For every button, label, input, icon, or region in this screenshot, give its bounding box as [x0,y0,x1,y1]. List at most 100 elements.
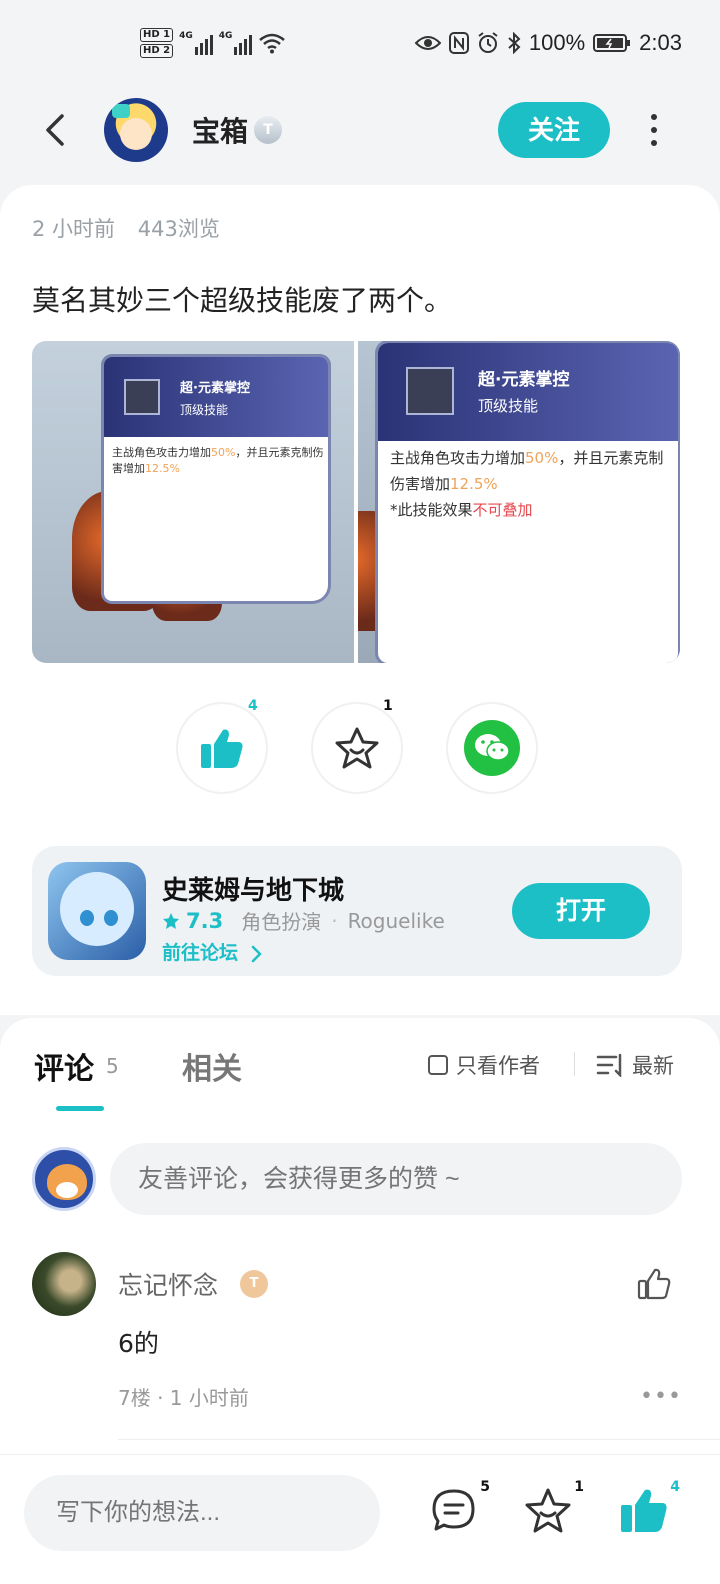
bottom-favorite-button[interactable]: 1 [522,1479,584,1537]
game-genre: 角色扮演 [241,910,322,934]
tab-related[interactable]: 相关 [182,1044,242,1088]
post-actions: 4 1 [0,698,720,798]
desc-value: 50% [211,446,236,459]
open-game-button[interactable]: 打开 [512,883,650,939]
post-meta: 2 小时前 443浏览 [32,213,220,243]
desc-value: 50% [525,449,559,467]
clock: 2:03 [639,30,682,55]
my-avatar [32,1147,96,1211]
comment-meta: 7楼 · 1 小时前 [118,1386,249,1410]
active-tab-indicator [56,1106,104,1111]
signal-icon: 4G [179,31,213,55]
thumbs-up-icon [621,1489,667,1532]
game-icon-eye [104,910,118,926]
battery-icon [593,34,631,52]
alarm-icon [478,32,498,53]
post-text: 莫名其妙三个超级技能废了两个。 [32,284,453,317]
author-avatar[interactable] [104,98,168,162]
skill-desc: 主战角色攻击力增加50%，并且元素克制伤害增加12.5% *此技能效果不可叠加 [390,445,672,523]
commenter-name[interactable]: 忘记怀念 [118,1266,218,1302]
desc-value: 12.5% [450,475,498,493]
like-count: 4 [248,698,258,714]
star-icon [335,727,379,769]
net1-label: 4G [179,31,193,41]
skill-icon [124,379,160,415]
post-views: 443浏览 [137,217,220,241]
divider [574,1052,575,1076]
signal2-icon: 4G [219,31,253,55]
rating-star-icon [163,912,179,929]
post-header: 宝箱 T 关注 [0,92,720,172]
chevron-right-icon [251,945,262,962]
star-icon [525,1488,571,1533]
game-card[interactable]: 史莱姆与地下城 7.3 角色扮演 · Roguelike 前往论坛 打开 [32,846,682,976]
skill-name: 超·元素掌控 [478,370,570,390]
follow-button[interactable]: 关注 [498,102,610,158]
skill-card: 超·元素掌控 顶级技能 主战角色攻击力增加50%，并且元素克制伤害增加12.5%… [378,343,678,663]
comment-divider [118,1439,720,1440]
comment-icon [432,1489,475,1531]
comment-input[interactable] [110,1143,682,1215]
skill-tier: 顶级技能 [478,397,539,415]
comment-button[interactable]: 5 [428,1479,490,1537]
skill-tier: 顶级技能 [180,403,229,417]
more-options-icon[interactable] [640,110,668,150]
commenter-level-badge: T [240,1270,268,1298]
skill-card-header: 超·元素掌控 顶级技能 [104,357,328,437]
only-author-label: 只看作者 [456,1054,540,1078]
battery-percent: 100% [528,30,586,55]
bottom-like-button[interactable]: 4 [618,1479,680,1537]
game-icon-face [60,872,134,946]
comment-more-icon[interactable]: ••• [640,1384,682,1409]
back-icon[interactable] [38,110,78,150]
desc-text: 主战角色攻击力增加 [112,446,211,459]
thumbs-up-icon [201,729,243,768]
desc-text: 主战角色攻击力增加 [390,449,526,467]
post-image-1[interactable]: 超·元素掌控 顶级技能 主战角色攻击力增加50%，并且元素克制伤害增加12.5% [32,341,354,663]
game-icon [48,862,146,960]
net2-label: 4G [218,31,233,41]
comment-count: 5 [106,1054,119,1078]
sort-toggle[interactable]: 最新 [596,1050,674,1080]
reply-input[interactable] [24,1475,380,1551]
bottom-bar: 5 1 4 [0,1454,720,1584]
sort-icon [596,1053,622,1077]
skill-icon [406,367,454,415]
sort-label: 最新 [632,1054,674,1078]
note-text: *此技能效果 [390,501,473,519]
status-right: 100% 2:03 [414,30,682,56]
separator-dot: · [331,908,338,933]
comments-section: 评论 5 相关 只看作者 最新 忘记怀念 T 6的 7楼 · 1 小时前 ••• [0,1018,720,1458]
bottom-comment-count: 5 [480,1479,490,1495]
hd1-badge: HD 1 [140,28,174,42]
comment-text: 6的 [118,1329,159,1358]
skill-desc: 主战角色攻击力增加50%，并且元素克制伤害增加12.5% [112,445,324,477]
comment-like-icon[interactable] [636,1266,672,1302]
bottom-like-count: 4 [670,1479,680,1495]
author-level-badge: T [254,116,282,144]
desc-value: 12.5% [145,462,180,475]
share-wechat-button[interactable] [446,702,538,794]
forum-link[interactable]: 前往论坛 [162,938,263,965]
status-left: HD 1 HD 2 4G 4G [140,28,286,58]
game-title: 史莱姆与地下城 [162,876,345,906]
post-card: 2 小时前 443浏览 莫名其妙三个超级技能废了两个。 超·元素掌控 顶级技能 … [0,185,720,1015]
game-tag: Roguelike [347,908,445,933]
tab-comments[interactable]: 评论 [34,1044,94,1088]
skill-name: 超·元素掌控 [180,381,250,396]
only-author-toggle[interactable]: 只看作者 [428,1050,540,1080]
skill-card: 超·元素掌控 顶级技能 主战角色攻击力增加50%，并且元素克制伤害增加12.5% [104,357,328,601]
checkbox-icon [428,1055,448,1075]
favorite-button[interactable]: 1 [311,698,403,794]
like-button[interactable]: 4 [176,698,268,794]
wechat-icon [464,720,520,776]
author-name[interactable]: 宝箱 [192,110,248,150]
fav-count: 1 [383,698,393,714]
commenter-avatar[interactable] [32,1252,96,1316]
nfc-icon [448,32,469,54]
wifi-icon [259,33,286,54]
forum-link-label: 前往论坛 [162,942,239,964]
avatar-snout [56,1182,78,1198]
post-image-2[interactable]: 超·元素掌控 顶级技能 主战角色攻击力增加50%，并且元素克制伤害增加12.5%… [358,341,680,663]
bottom-fav-count: 1 [574,1479,584,1495]
